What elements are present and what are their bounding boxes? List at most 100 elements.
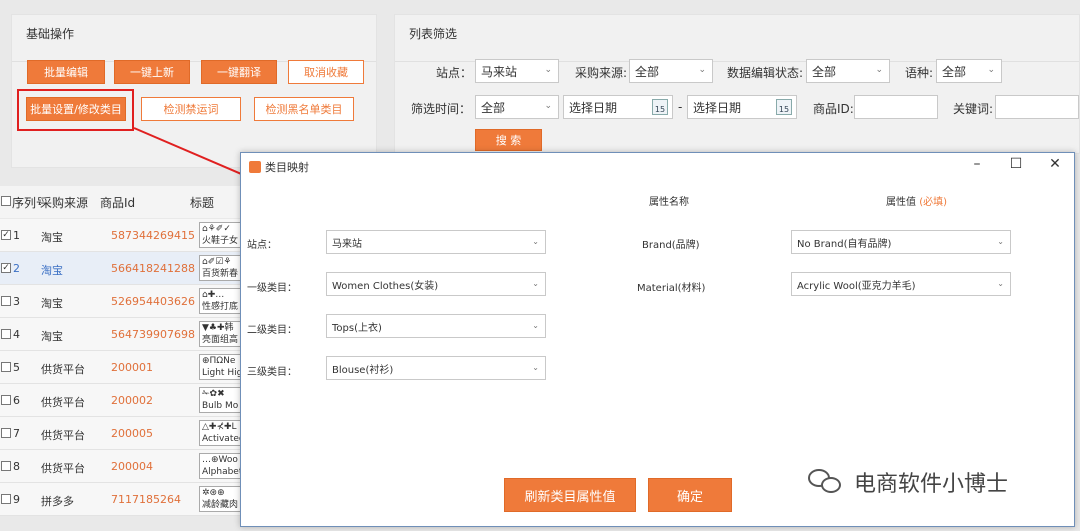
row-title: ⊕ΠΩNe Light Hig bbox=[199, 354, 241, 380]
select-all-checkbox[interactable] bbox=[1, 196, 11, 206]
row-source: 淘宝 bbox=[41, 264, 63, 277]
table-row[interactable]: 9 拼多多 7117185264 ✲⊛⊕ 减龄藏肉 bbox=[0, 483, 241, 516]
chevron-down-icon: ⌄ bbox=[532, 321, 539, 330]
filter-language-label: 语种: bbox=[905, 66, 934, 80]
row-checkbox[interactable]: ✓ bbox=[1, 263, 11, 273]
cat1-select[interactable]: Women Clothes(女装) ⌄ bbox=[326, 272, 546, 296]
row-number: 2 bbox=[13, 262, 20, 275]
check-blacklist-button[interactable]: 检测黑名单类目 bbox=[254, 97, 354, 121]
start-date-input[interactable]: 选择日期 15 bbox=[563, 95, 673, 119]
row-title: ▼♣✚韩 亮面组高 bbox=[199, 321, 241, 347]
chevron-down-icon: ⌄ bbox=[997, 279, 1004, 288]
table-row[interactable]: ✓ 2 淘宝 566418241288 ⌂✐☑⚘ 百货新春 bbox=[0, 252, 241, 285]
dialog-site-select[interactable]: 马来站 ⌄ bbox=[326, 230, 546, 254]
row-title-text: Light Hig bbox=[202, 368, 241, 378]
row-source: 淘宝 bbox=[41, 231, 63, 244]
row-source: 拼多多 bbox=[41, 495, 74, 508]
row-title-text: 亮面组高 bbox=[202, 335, 239, 345]
chevron-down-icon: ⌄ bbox=[698, 65, 706, 75]
row-checkbox[interactable] bbox=[1, 362, 11, 372]
row-product-id[interactable]: 200001 bbox=[111, 361, 153, 374]
filter-source-select[interactable]: 全部 ⌄ bbox=[629, 59, 713, 83]
row-product-id[interactable]: 564739907698 bbox=[111, 328, 195, 341]
filter-site-select[interactable]: 马来站 ⌄ bbox=[475, 59, 559, 83]
row-number: 7 bbox=[13, 427, 20, 440]
row-title-icons: △✚⊀✚L bbox=[202, 422, 237, 432]
table-row[interactable]: ✓ 1 淘宝 587344269415 ⌂⚘✐✓ 火鞋子女 bbox=[0, 219, 241, 252]
table-row[interactable]: 4 淘宝 564739907698 ▼♣✚韩 亮面组高 bbox=[0, 318, 241, 351]
row-title-icons: ⌂⚘✐✓ bbox=[202, 224, 231, 234]
calendar-icon[interactable]: 15 bbox=[652, 99, 668, 115]
row-checkbox[interactable] bbox=[1, 296, 11, 306]
attr-brand-select[interactable]: No Brand(自有品牌) ⌄ bbox=[791, 230, 1011, 254]
column-header-id: 商品Id bbox=[100, 196, 136, 210]
product-id-input[interactable] bbox=[854, 95, 938, 119]
attr-name-header: 属性名称 bbox=[649, 197, 689, 208]
edit-icon bbox=[249, 161, 261, 173]
filter-language-value: 全部 bbox=[942, 64, 967, 79]
row-title-icons: …⊕Woo bbox=[202, 455, 238, 465]
row-product-id[interactable]: 200004 bbox=[111, 460, 153, 473]
table-header: 序列号 采购来源 商品Id 标题 bbox=[0, 186, 240, 218]
attr-brand-value: No Brand(自有品牌) bbox=[797, 238, 892, 250]
chevron-down-icon: ⌄ bbox=[544, 101, 552, 111]
cat3-select[interactable]: Blouse(衬衫) ⌄ bbox=[326, 356, 546, 380]
table-row[interactable]: 8 供货平台 200004 …⊕Woo Alphabet bbox=[0, 450, 241, 483]
search-button[interactable]: 搜 索 bbox=[475, 129, 542, 151]
column-header-source: 采购来源 bbox=[40, 196, 89, 210]
row-title-icons: ⌂✚… bbox=[202, 290, 225, 300]
row-checkbox[interactable] bbox=[1, 428, 11, 438]
filter-edit-status-select[interactable]: 全部 ⌄ bbox=[806, 59, 890, 83]
check-banned-words-button[interactable]: 检测禁运词 bbox=[141, 97, 241, 121]
refresh-attributes-button[interactable]: 刷新类目属性值 bbox=[504, 478, 636, 512]
table-row[interactable]: 3 淘宝 526954403626 ⌂✚… 性感打底 bbox=[0, 285, 241, 318]
filter-language-select[interactable]: 全部 ⌄ bbox=[936, 59, 1002, 83]
close-icon[interactable]: ✕ bbox=[1045, 156, 1065, 172]
filter-time-select[interactable]: 全部 ⌄ bbox=[475, 95, 559, 119]
keyword-label: 关键词: bbox=[953, 102, 994, 116]
row-title-icons: ⊕ΠΩNe bbox=[202, 356, 236, 366]
chevron-down-icon: ⌄ bbox=[532, 363, 539, 372]
filter-title: 列表筛选 bbox=[409, 27, 458, 41]
row-checkbox[interactable]: ✓ bbox=[1, 230, 11, 240]
keyword-input[interactable] bbox=[995, 95, 1079, 119]
chevron-down-icon: ⌄ bbox=[997, 237, 1004, 246]
cat2-value: Tops(上衣) bbox=[332, 322, 382, 334]
cancel-favorite-button[interactable]: 取消收藏 bbox=[288, 60, 364, 84]
one-click-list-button[interactable]: 一键上新 bbox=[114, 60, 190, 84]
row-number: 3 bbox=[13, 295, 20, 308]
row-product-id[interactable]: 526954403626 bbox=[111, 295, 195, 308]
chevron-down-icon: ⌄ bbox=[987, 65, 995, 75]
dialog-title: 类目映射 bbox=[265, 161, 309, 174]
row-product-id[interactable]: 200002 bbox=[111, 394, 153, 407]
row-checkbox[interactable] bbox=[1, 494, 11, 504]
product-id-label: 商品ID: bbox=[813, 102, 854, 116]
one-click-translate-button[interactable]: 一键翻译 bbox=[201, 60, 277, 84]
table-row[interactable]: 7 供货平台 200005 △✚⊀✚L Activated bbox=[0, 417, 241, 450]
watermark: 电商软件小博士 bbox=[808, 466, 1008, 498]
calendar-icon[interactable]: 15 bbox=[776, 99, 792, 115]
table-row[interactable]: 5 供货平台 200001 ⊕ΠΩNe Light Hig bbox=[0, 351, 241, 384]
table-row[interactable]: 6 供货平台 200002 ✁✿✖ Bulb Mo bbox=[0, 384, 241, 417]
row-checkbox[interactable] bbox=[1, 461, 11, 471]
row-product-id[interactable]: 566418241288 bbox=[111, 262, 195, 275]
row-checkbox[interactable] bbox=[1, 395, 11, 405]
minimize-icon[interactable]: – bbox=[967, 156, 987, 172]
cat2-label: 二级类目： bbox=[247, 325, 297, 336]
row-title-icons: ✲⊛⊕ bbox=[202, 488, 225, 498]
end-date-input[interactable]: 选择日期 15 bbox=[687, 95, 797, 119]
row-checkbox[interactable] bbox=[1, 329, 11, 339]
date-separator: - bbox=[678, 100, 683, 114]
row-title-text: 性感打底 bbox=[202, 302, 239, 312]
cat3-label: 三级类目： bbox=[247, 367, 297, 378]
row-product-id[interactable]: 200005 bbox=[111, 427, 153, 440]
row-product-id[interactable]: 7117185264 bbox=[111, 493, 181, 506]
row-title: △✚⊀✚L Activated bbox=[199, 420, 241, 446]
cat2-select[interactable]: Tops(上衣) ⌄ bbox=[326, 314, 546, 338]
attr-material-select[interactable]: Acrylic Wool(亚克力羊毛) ⌄ bbox=[791, 272, 1011, 296]
confirm-button[interactable]: 确定 bbox=[648, 478, 732, 512]
row-title-text: 减龄藏肉 bbox=[202, 500, 239, 510]
maximize-icon[interactable]: ☐ bbox=[1006, 156, 1026, 172]
row-product-id[interactable]: 587344269415 bbox=[111, 229, 195, 242]
batch-edit-button[interactable]: 批量编辑 bbox=[27, 60, 105, 84]
